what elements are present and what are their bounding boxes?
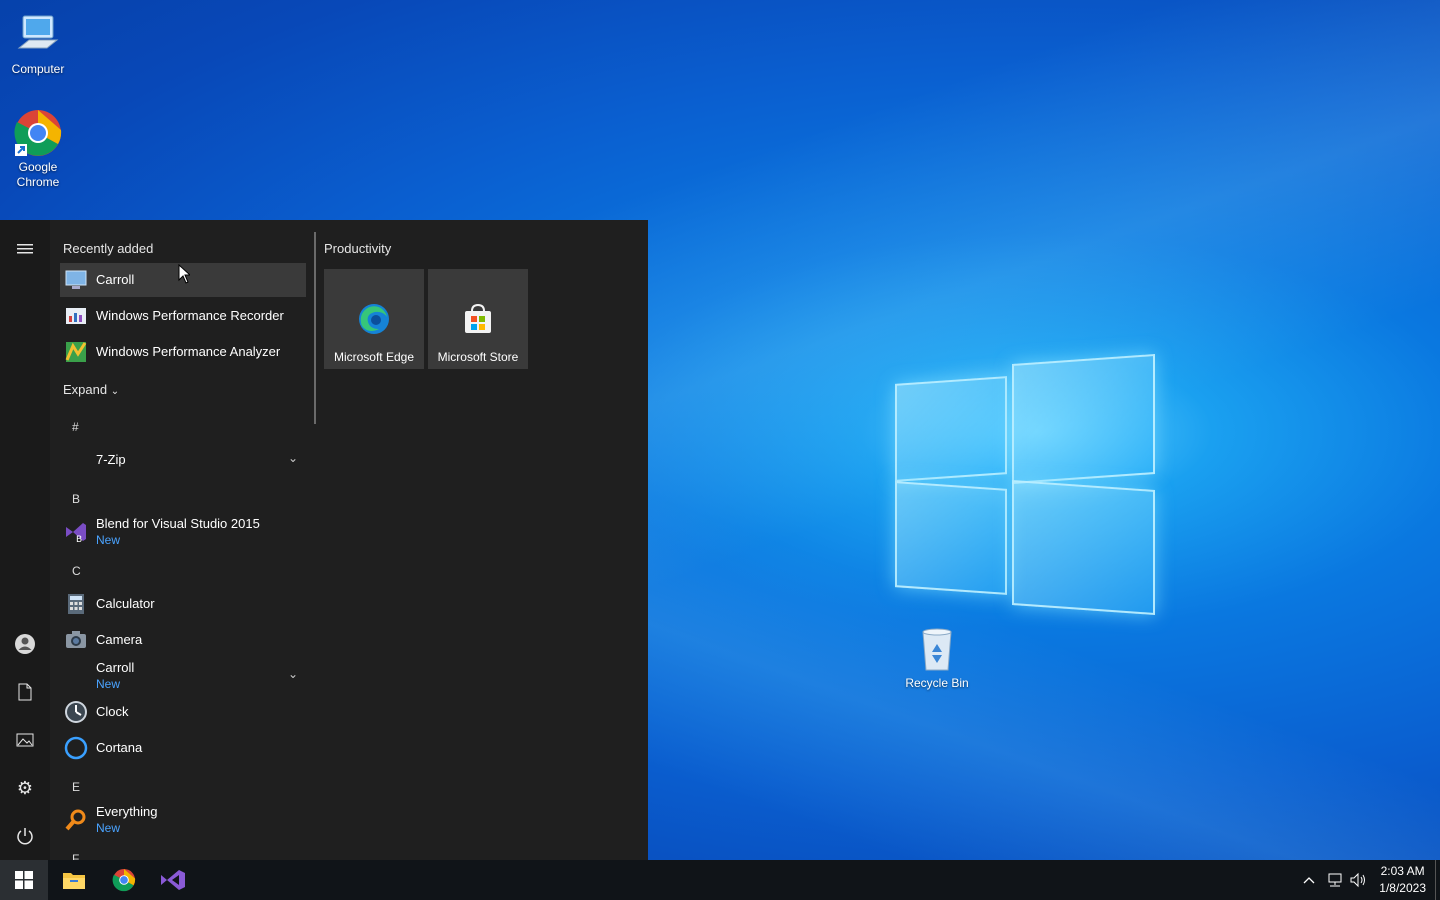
- windows-start-icon: [15, 871, 33, 889]
- volume-icon[interactable]: [1349, 860, 1367, 900]
- app-label: Calculator: [96, 596, 155, 611]
- cortana-icon: [64, 736, 88, 760]
- pictures-icon[interactable]: [10, 725, 40, 755]
- taskbar-clock[interactable]: 2:03 AM 1/8/2023: [1379, 863, 1426, 897]
- start-button[interactable]: [0, 860, 48, 900]
- app-item-camera[interactable]: Camera: [60, 623, 306, 657]
- mouse-cursor: [178, 264, 190, 284]
- new-badge: New: [96, 533, 121, 547]
- app-list: Recently added Carroll Windows Performan…: [50, 220, 312, 860]
- expand-button[interactable]: Expand ⌄: [63, 382, 119, 397]
- desktop-icon-google-chrome[interactable]: Google Chrome: [0, 108, 76, 190]
- clock-icon: [64, 700, 88, 724]
- start-menu: ⚙ Recently added Carroll Windows Perform…: [0, 220, 648, 860]
- letter-header-c[interactable]: C: [72, 564, 81, 578]
- blend-icon: B: [64, 520, 88, 545]
- scrollbar[interactable]: [314, 232, 316, 424]
- app-item-windows-performance-analyzer[interactable]: Windows Performance Analyzer: [60, 335, 306, 369]
- app-item-clock[interactable]: Clock: [60, 695, 306, 729]
- app-label: Camera: [96, 632, 143, 647]
- store-bag-icon: [461, 302, 495, 336]
- chrome-icon: [112, 868, 136, 892]
- camera-icon: [64, 628, 88, 652]
- start-menu-rail: ⚙: [0, 220, 50, 860]
- chevron-down-icon[interactable]: ⌄: [288, 451, 298, 465]
- desktop-icon-label: Computer: [11, 62, 65, 76]
- chevron-down-icon: ⌄: [110, 386, 120, 397]
- monitor-icon: [64, 268, 88, 292]
- app-label: Carroll: [96, 272, 135, 287]
- everything-search-icon: [64, 808, 88, 832]
- desktop-icon-computer[interactable]: Computer: [0, 10, 76, 77]
- settings-gear-icon[interactable]: ⚙: [10, 773, 40, 803]
- desktop-icon-label: Recycle Bin: [905, 676, 969, 690]
- app-label: Everything: [96, 804, 158, 819]
- app-item-windows-performance-recorder[interactable]: Windows Performance Recorder: [60, 299, 306, 333]
- app-label: Clock: [96, 704, 129, 719]
- power-icon[interactable]: [10, 821, 40, 851]
- app-label: Windows Performance Analyzer: [96, 344, 281, 359]
- performance-analyzer-icon: [64, 340, 88, 364]
- computer-icon: [13, 10, 63, 60]
- edge-icon: [357, 302, 391, 336]
- show-hidden-icons-chevron-icon[interactable]: [1302, 860, 1316, 900]
- taskbar: 2:03 AM 1/8/2023: [0, 860, 1440, 900]
- app-item-cortana[interactable]: Cortana: [60, 731, 306, 765]
- documents-icon[interactable]: [10, 677, 40, 707]
- tile-group-heading[interactable]: Productivity: [324, 241, 391, 256]
- new-badge: New: [96, 821, 121, 835]
- app-label: Carroll: [96, 660, 135, 675]
- app-item-calculator[interactable]: Calculator: [60, 587, 306, 621]
- app-label: Cortana: [96, 740, 143, 755]
- chrome-icon: [13, 108, 63, 158]
- windows-logo-wallpaper: [890, 345, 1160, 615]
- network-icon[interactable]: [1326, 860, 1344, 900]
- recycle-bin-icon: [912, 624, 962, 674]
- visual-studio-icon: [161, 870, 185, 890]
- taskbar-google-chrome[interactable]: [100, 860, 148, 900]
- desktop-icon-label: Google Chrome: [16, 160, 60, 189]
- hamburger-menu-icon[interactable]: [10, 234, 40, 264]
- letter-header-f[interactable]: F: [72, 852, 79, 860]
- clock-time: 2:03 AM: [1380, 864, 1425, 878]
- recently-added-heading: Recently added: [63, 241, 154, 256]
- user-account-icon[interactable]: [10, 629, 40, 659]
- chevron-down-icon[interactable]: ⌄: [288, 667, 298, 681]
- desktop-icon-recycle-bin[interactable]: Recycle Bin: [899, 624, 975, 691]
- app-label: 7-Zip: [96, 452, 126, 467]
- letter-header-e[interactable]: E: [72, 780, 80, 794]
- tile-label: Microsoft Store: [437, 350, 519, 364]
- app-item-carroll[interactable]: Carroll New ⌄: [60, 659, 306, 693]
- folder-icon: [63, 873, 85, 889]
- letter-header-b[interactable]: B: [72, 492, 80, 506]
- tile-microsoft-edge[interactable]: Microsoft Edge: [324, 269, 424, 369]
- new-badge: New: [96, 677, 121, 691]
- app-label: Windows Performance Recorder: [96, 308, 284, 323]
- calculator-icon: [64, 592, 88, 616]
- show-desktop-button[interactable]: [1435, 860, 1440, 900]
- taskbar-file-explorer[interactable]: [50, 860, 98, 900]
- tile-label: Microsoft Edge: [333, 350, 415, 364]
- svg-text:B: B: [76, 535, 82, 544]
- app-label: Blend for Visual Studio 2015: [96, 516, 260, 531]
- taskbar-visual-studio[interactable]: [149, 860, 197, 900]
- app-item-7-zip[interactable]: 7-Zip ⌄: [60, 443, 306, 477]
- letter-header-hash[interactable]: #: [72, 420, 79, 434]
- clock-date: 1/8/2023: [1379, 881, 1426, 895]
- app-item-blend-for-visual-studio[interactable]: B Blend for Visual Studio 2015 New: [60, 515, 306, 549]
- tile-microsoft-store[interactable]: Microsoft Store: [428, 269, 528, 369]
- app-item-everything[interactable]: Everything New: [60, 803, 306, 837]
- performance-recorder-icon: [64, 304, 88, 328]
